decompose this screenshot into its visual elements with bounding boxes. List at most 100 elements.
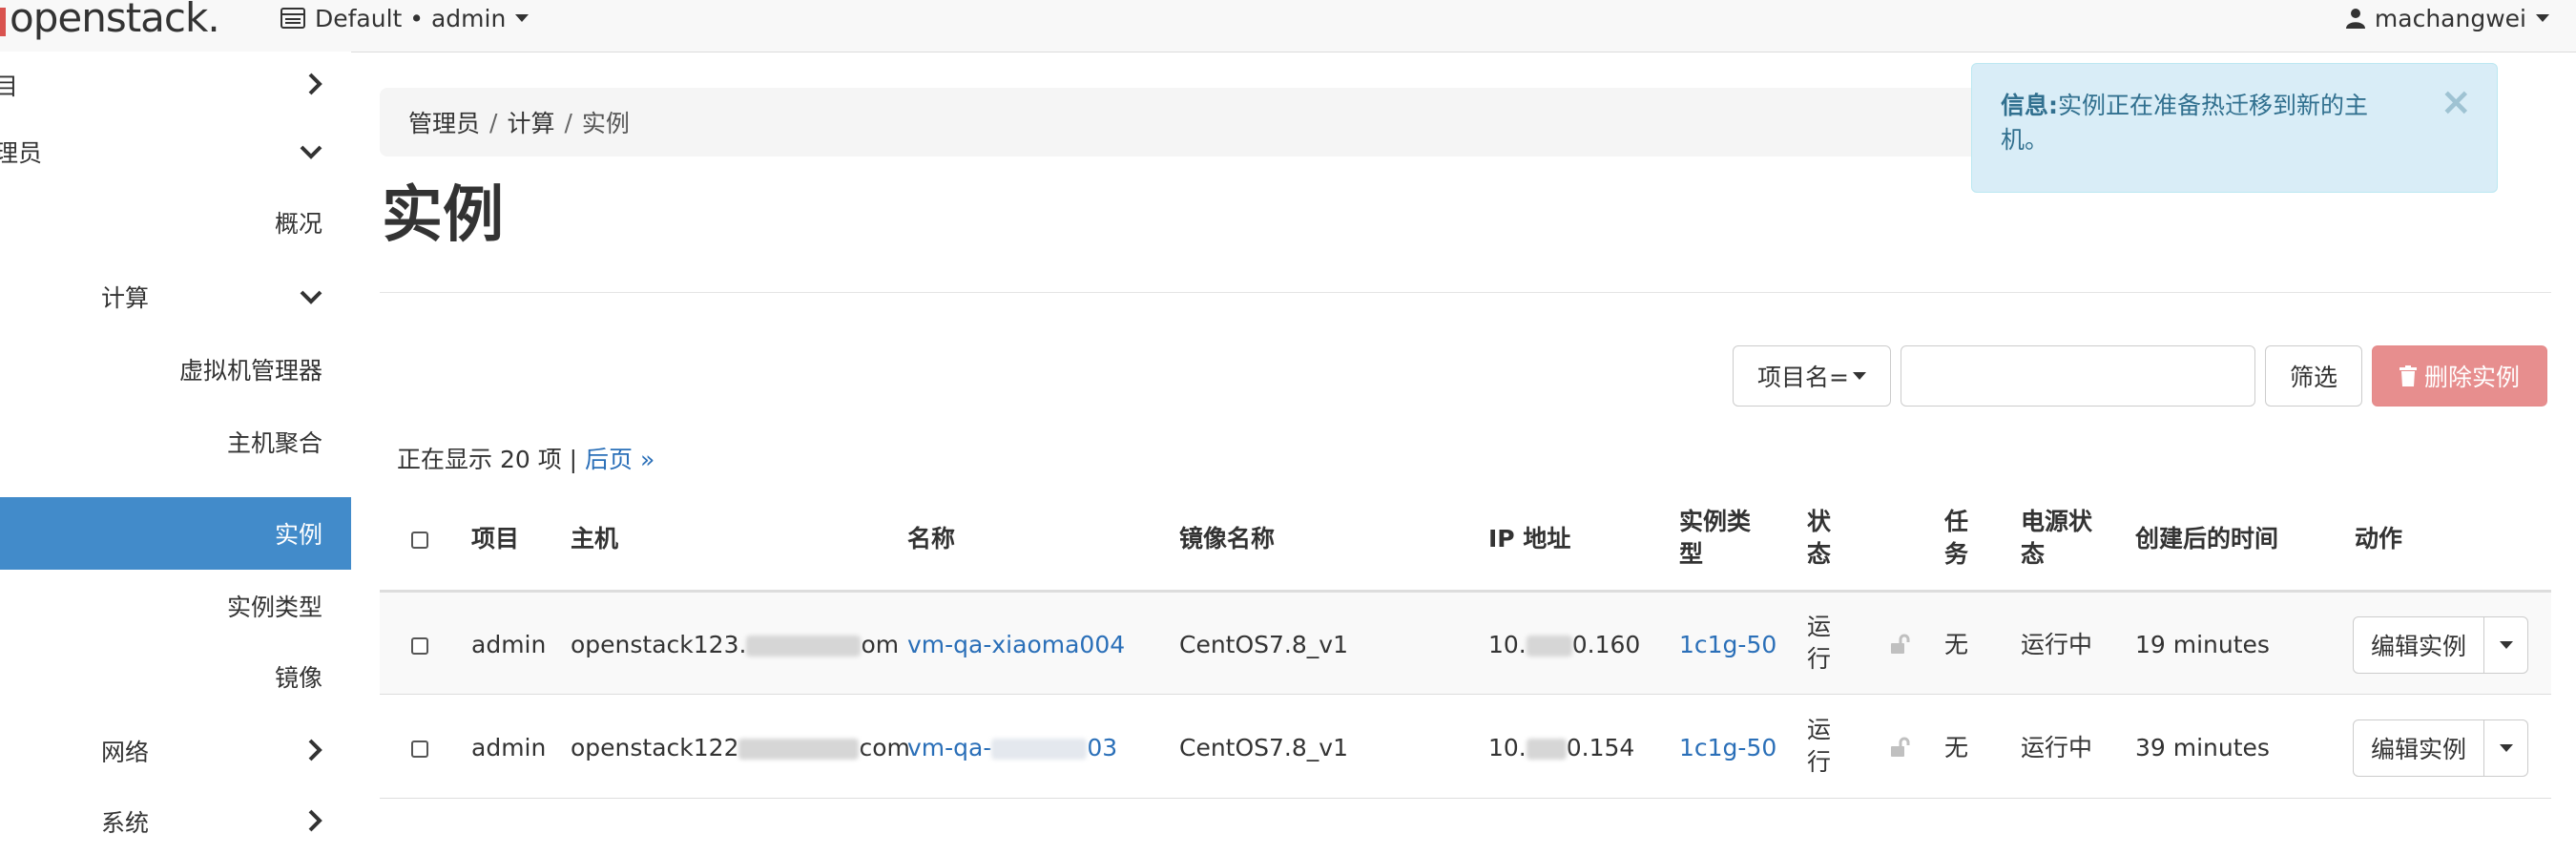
sidebar-item-hypervisors[interactable]: 虚拟机管理器 xyxy=(0,336,351,403)
breadcrumb-separator: / xyxy=(489,108,498,136)
sidebar-item-flavors[interactable]: 实例类型 xyxy=(0,573,351,639)
row-ip: 10. 0.154 xyxy=(1488,732,1634,764)
user-menu-dropdown[interactable]: machangwei xyxy=(2345,0,2549,36)
breadcrumb-item-instances: 实例 xyxy=(581,110,630,137)
row-action-group: 编辑实例 xyxy=(2353,616,2528,674)
chevron-right-icon xyxy=(308,73,322,95)
sidebar-item-project[interactable]: 目 xyxy=(0,52,351,118)
row-host: openstack123. om xyxy=(571,629,899,661)
column-header-task[interactable]: 任 务 xyxy=(1944,506,1968,571)
redacted-mask xyxy=(738,739,860,760)
filter-input[interactable] xyxy=(1901,345,2255,407)
sidebar-item-label: 目 xyxy=(0,73,19,100)
row-status-line1: 运 xyxy=(1807,613,1832,640)
sidebar-item-label: 计算 xyxy=(101,284,150,312)
project-context-dropdown[interactable]: Default • admin xyxy=(280,0,530,36)
column-header-power-line1: 电源状 xyxy=(2021,508,2093,535)
row-host-suffix: com xyxy=(859,734,910,761)
sidebar-item-label: 理员 xyxy=(0,139,43,167)
sidebar-item-system[interactable]: 系统 xyxy=(0,788,351,855)
row-task: 无 xyxy=(1944,734,1969,761)
column-header-flavor-line2: 型 xyxy=(1679,540,1704,568)
info-alert: 信息:实例正在准备热迁移到新的主机。 × xyxy=(1971,63,2498,193)
redacted-mask xyxy=(1526,739,1567,760)
column-header-status-line1: 状 xyxy=(1807,508,1832,535)
delete-instances-label: 删除实例 xyxy=(2423,364,2520,391)
row-name-link[interactable]: vm-qa- 03 xyxy=(907,732,1117,764)
column-header-flavor[interactable]: 实例类 型 xyxy=(1679,506,1751,571)
item-count: 正在显示 20 项 | 后页 » xyxy=(397,441,654,475)
column-header-name[interactable]: 名称 xyxy=(907,523,955,555)
sidebar-item-admin[interactable]: 理员 xyxy=(0,118,351,185)
sidebar-item-label: 系统 xyxy=(101,809,150,837)
filter-button[interactable]: 筛选 xyxy=(2265,345,2362,407)
breadcrumb-separator: / xyxy=(564,108,572,136)
row-host-prefix: openstack122 xyxy=(571,734,739,761)
delete-instances-button[interactable]: 删除实例 xyxy=(2372,345,2547,407)
column-header-task-line2: 务 xyxy=(1944,540,1969,568)
row-project: admin xyxy=(471,734,547,761)
row-status: 运 行 xyxy=(1807,611,1831,676)
title-divider xyxy=(380,292,2551,293)
row-actions-dropdown[interactable] xyxy=(2484,616,2528,674)
sidebar-item-label: 虚拟机管理器 xyxy=(178,357,322,385)
row-power-state: 运行中 xyxy=(2021,734,2093,761)
unlock-icon xyxy=(1891,634,1910,654)
sidebar-item-network[interactable]: 网络 xyxy=(0,718,351,784)
row-age: 39 minutes xyxy=(2135,734,2270,761)
row-name-link[interactable]: vm-qa-xiaoma004 xyxy=(907,629,1125,661)
edit-instance-button[interactable]: 编辑实例 xyxy=(2353,616,2484,674)
row-flavor-link[interactable]: 1c1g-50 xyxy=(1679,629,1776,661)
column-header-ip[interactable]: IP 地址 xyxy=(1488,523,1570,555)
row-host-suffix: om xyxy=(861,631,900,658)
row-ip-suffix: 0.154 xyxy=(1566,734,1635,761)
caret-down-icon xyxy=(2536,14,2549,22)
column-header-power-state[interactable]: 电源状 态 xyxy=(2021,506,2092,571)
row-actions-dropdown[interactable] xyxy=(2484,719,2528,777)
filter-field-dropdown[interactable]: 项目名= xyxy=(1733,345,1891,407)
unlock-icon xyxy=(1891,737,1910,757)
chevron-right-icon xyxy=(308,809,322,832)
alert-prefix: 信息: xyxy=(2001,92,2058,119)
top-navbar: openstack. Default • admin machangwei xyxy=(0,0,2576,52)
brand-mark xyxy=(0,8,6,36)
sidebar-item-compute[interactable]: 计算 xyxy=(0,263,351,330)
column-header-status-line2: 态 xyxy=(1807,540,1832,568)
column-header-host[interactable]: 主机 xyxy=(571,523,618,555)
row-host: openstack122 com xyxy=(571,732,910,764)
breadcrumb-item-admin[interactable]: 管理员 xyxy=(408,105,480,139)
next-page-link[interactable]: 后页 » xyxy=(585,446,654,473)
row-ip-prefix: 10. xyxy=(1488,734,1527,761)
edit-instance-button[interactable]: 编辑实例 xyxy=(2353,719,2484,777)
brand-logo[interactable]: openstack. xyxy=(10,0,220,41)
sidebar-item-host-aggregates[interactable]: 主机聚合 xyxy=(0,408,351,475)
column-header-status[interactable]: 状 态 xyxy=(1807,506,1831,571)
sidebar-item-label: 主机聚合 xyxy=(226,429,322,457)
chevron-right-icon xyxy=(308,739,322,761)
close-icon[interactable]: × xyxy=(2440,83,2472,121)
row-flavor-link[interactable]: 1c1g-50 xyxy=(1679,732,1776,764)
row-ip-suffix: 0.160 xyxy=(1571,631,1641,658)
redacted-mask xyxy=(991,739,1088,760)
sidebar-item-images[interactable]: 镜像 xyxy=(0,643,351,710)
filter-field-label: 项目名= xyxy=(1757,364,1849,391)
column-header-image[interactable]: 镜像名称 xyxy=(1179,523,1275,555)
row-checkbox[interactable] xyxy=(411,740,428,758)
row-project: admin xyxy=(471,631,547,658)
select-all-checkbox[interactable] xyxy=(411,532,428,549)
item-count-text: 正在显示 20 项 | xyxy=(397,446,578,473)
redacted-mask xyxy=(746,636,862,657)
sidebar-item-overview[interactable]: 概况 xyxy=(0,189,351,256)
caret-down-icon xyxy=(1852,372,1866,380)
row-checkbox[interactable] xyxy=(411,637,428,655)
row-task: 无 xyxy=(1944,631,1969,658)
column-header-project[interactable]: 项目 xyxy=(471,523,519,555)
column-header-age[interactable]: 创建后的时间 xyxy=(2135,523,2278,555)
breadcrumb: 管理员 / 计算 / 实例 xyxy=(380,88,2002,156)
row-status-line2: 行 xyxy=(1807,748,1832,776)
sidebar-item-instances[interactable]: 实例 xyxy=(0,497,351,570)
sidebar-item-label: 镜像 xyxy=(274,664,322,692)
row-action-group: 编辑实例 xyxy=(2353,719,2528,777)
breadcrumb-item-compute[interactable]: 计算 xyxy=(507,105,554,139)
row-ip-prefix: 10. xyxy=(1488,631,1527,658)
